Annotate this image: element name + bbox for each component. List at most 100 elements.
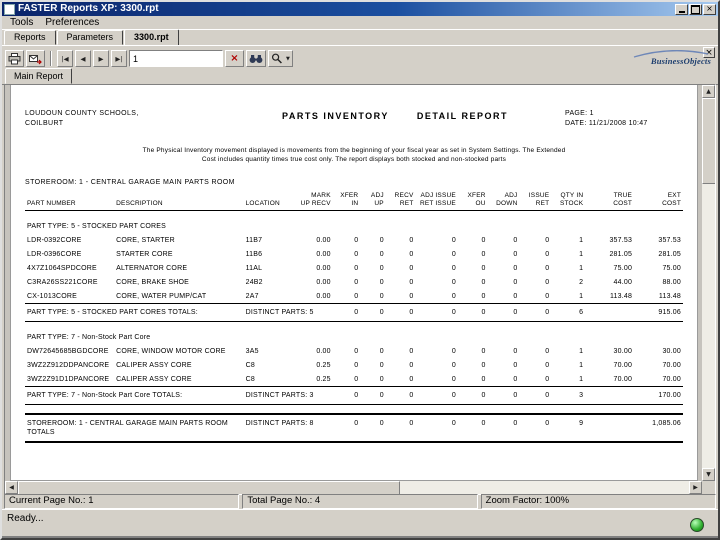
cell: 88.00 (662, 279, 681, 286)
cell: 0 (451, 376, 456, 383)
zoom-icon (271, 53, 282, 64)
cell: 0 (513, 362, 518, 369)
tab-reports[interactable]: Reports (4, 30, 56, 45)
cell: CALIPER ASSY CORE (116, 362, 192, 369)
tab-main-report[interactable]: Main Report (5, 68, 73, 84)
titlebar: FASTER Reports XP: 3300.rpt × (2, 2, 718, 16)
binoculars-search-icon (249, 54, 263, 63)
page-number-input[interactable] (129, 50, 223, 67)
tab-parameters[interactable]: Parameters (56, 30, 124, 45)
cell: 0 (487, 303, 520, 322)
vertical-scrollbar[interactable]: ▲ ▼ (702, 85, 715, 481)
cell: 44.00 (613, 279, 633, 286)
cell: 0.00 (316, 251, 331, 258)
cell: CX-1013CORE (27, 293, 78, 300)
cell: 1 (579, 362, 584, 369)
qty-total-cell: 3 (551, 386, 586, 405)
prev-page-button[interactable]: ◀ (75, 50, 91, 67)
vertical-scroll-thumb[interactable] (702, 98, 715, 184)
next-page-button[interactable]: ▶ (93, 50, 109, 67)
report-title-part1: PARTS INVENTORY (281, 111, 389, 121)
cell: CALIPER ASSY CORE (116, 376, 192, 383)
menu-tools[interactable]: Tools (5, 17, 38, 29)
minimize-button[interactable] (675, 3, 688, 15)
app-window: FASTER Reports XP: 3300.rpt × Tools Pref… (0, 0, 720, 540)
cell: CORE, WINDOW MOTOR CORE (116, 348, 226, 355)
zoom-button[interactable]: ▼ (268, 50, 293, 67)
storeroom-heading: STOREROOM: 1 - CENTRAL GARAGE MAIN PARTS… (25, 179, 235, 186)
column-header: RET (519, 200, 552, 211)
window-title: FASTER Reports XP: 3300.rpt (18, 3, 159, 14)
cell: 357.53 (658, 237, 681, 244)
column-header (114, 192, 243, 200)
cell: 0 (545, 293, 550, 300)
viewer-tab-row: Main Report (2, 68, 718, 85)
cell: 2A7 (245, 293, 259, 300)
last-page-button[interactable]: ▶| (111, 50, 127, 67)
print-icon (8, 52, 21, 64)
tab-3300-rpt[interactable]: 3300.rpt (124, 29, 179, 46)
totals-row: PART TYPE: 7 - Non-Stock Part Core TOTAL… (25, 386, 683, 405)
report-header: LOUDOUN COUNTY SCHOOLS, COILBURT PARTS I… (25, 109, 683, 129)
cell: 0 (451, 251, 456, 258)
intro-line-1: The Physical Inventory movement displaye… (142, 147, 566, 154)
scroll-down-button[interactable]: ▼ (702, 468, 715, 481)
cell: 75.00 (662, 265, 681, 272)
cell: 113.48 (658, 293, 681, 300)
cell: CORE, WATER PUMP/CAT (116, 293, 207, 300)
cell: 0 (513, 279, 518, 286)
print-button[interactable] (5, 50, 24, 67)
column-header: UP RECV (292, 200, 333, 211)
cell: 0 (481, 237, 486, 244)
menu-preferences[interactable]: Preferences (40, 17, 104, 29)
cell: 0.25 (316, 362, 331, 369)
export-button[interactable] (26, 50, 45, 67)
column-header: COST (634, 200, 683, 211)
cell: 0 (519, 386, 552, 405)
cell: 0 (513, 293, 518, 300)
maximize-button[interactable] (689, 3, 702, 15)
date-label: DATE: 11/21/2008 10:47 (565, 120, 648, 127)
cell: 1 (579, 237, 584, 244)
businessobjects-logo: BusinessObjects (631, 50, 711, 66)
company-line-1: LOUDOUN COUNTY SCHOOLS, (25, 110, 139, 117)
header-row-bottom: PART NUMBER DESCRIPTION LOCATION UP RECV IN U… (25, 200, 683, 211)
cell: 281.05 (658, 251, 681, 258)
part-row: CX-1013CORE CORE, WATER PUMP/CAT 2A7 0.00 0 0… (25, 289, 683, 304)
group-row: PART TYPE: 5 - STOCKED PART CORES (25, 211, 683, 234)
report-page: LOUDOUN COUNTY SCHOOLS, COILBURT PARTS I… (10, 85, 698, 481)
company-line-2: COILBURT (25, 120, 64, 127)
cell: 24B2 (245, 279, 263, 286)
column-header: EXT (667, 192, 681, 199)
stop-button[interactable]: × (225, 50, 244, 67)
cell: 0.00 (316, 279, 331, 286)
cell: 0 (409, 362, 414, 369)
toolbar-separator (50, 51, 52, 66)
cell: 113.48 (609, 293, 633, 300)
cell: 0 (379, 293, 384, 300)
cell: 1 (579, 376, 584, 383)
cell: 0 (385, 413, 416, 443)
first-page-button[interactable]: |◀ (57, 50, 73, 67)
cell: C3RA26SS221CORE (27, 279, 98, 286)
cell (585, 303, 635, 322)
cell: 0 (481, 376, 486, 383)
cell: ALTERNATOR CORE (116, 265, 188, 272)
cell: 0 (360, 303, 386, 322)
part-row: C3RA26SS221CORE CORE, BRAKE SHOE 24B2 0.00 0… (25, 275, 683, 289)
viewer-status-bar: Current Page No.: 1 Total Page No.: 4 Zo… (2, 493, 718, 510)
column-header: RET (385, 200, 416, 211)
distinct-parts-cell: DISTINCT PARTS: 8 (243, 413, 333, 443)
column-header: STOCK (551, 200, 586, 211)
close-button[interactable]: × (703, 3, 716, 15)
cell: 70.00 (662, 362, 681, 369)
search-button[interactable] (246, 50, 266, 67)
cell: 0 (409, 251, 414, 258)
scroll-up-button[interactable]: ▲ (702, 85, 715, 98)
storeroom-totals-row: STOREROOM: 1 - CENTRAL GARAGE MAIN PARTS… (25, 413, 683, 443)
cell: 0 (409, 348, 414, 355)
cell: 0 (379, 251, 384, 258)
column-header: ADJ ISSUE (420, 192, 456, 199)
cell: 70.00 (662, 376, 681, 383)
cell: 0 (379, 362, 384, 369)
